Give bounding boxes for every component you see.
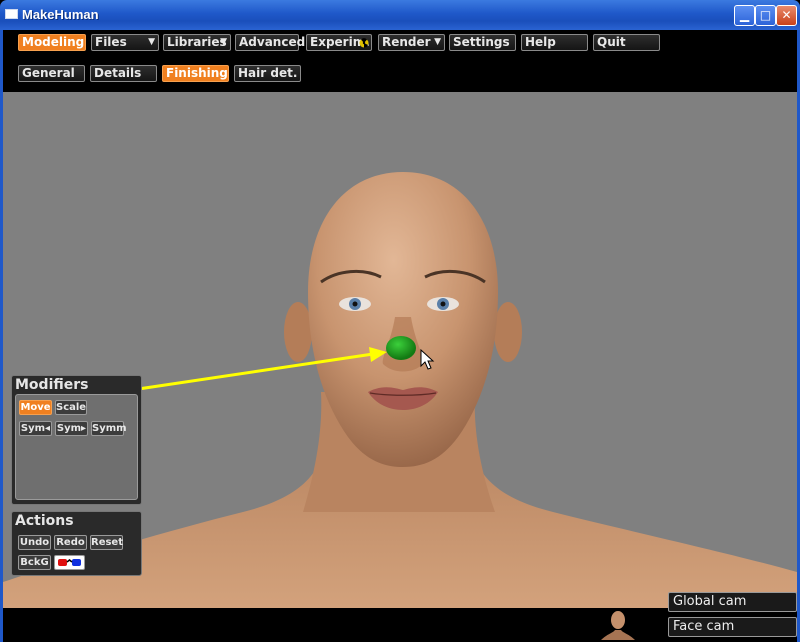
- actions-title: Actions: [15, 513, 74, 529]
- tab-label: Quit: [597, 35, 626, 49]
- subtab-label: Hair det.: [238, 66, 298, 80]
- menu-bar: Modeling Files ▼ Libraries ▼ Advanced Expe…: [3, 30, 797, 92]
- subtab-details[interactable]: Details: [90, 65, 157, 82]
- tab-experimental[interactable]: Experim.: [306, 34, 372, 51]
- redo-button[interactable]: Redo: [54, 535, 87, 550]
- chevron-down-icon: ▼: [434, 37, 441, 47]
- subtab-hair-details[interactable]: Hair det.: [234, 65, 301, 82]
- tab-modeling[interactable]: Modeling: [18, 34, 86, 51]
- sym-left-button[interactable]: Sym◂: [19, 421, 52, 436]
- tab-label: Advanced: [239, 35, 306, 49]
- maximize-button[interactable]: □: [755, 5, 776, 26]
- title-bar[interactable]: MakeHuman ▁ □ ✕: [0, 0, 800, 30]
- target-marker[interactable]: [386, 336, 416, 360]
- subtab-general[interactable]: General: [18, 65, 85, 82]
- tab-libraries[interactable]: Libraries ▼: [163, 34, 231, 51]
- tab-label: Libraries: [167, 35, 227, 49]
- 3d-viewport[interactable]: Modifiers Move Scale Sym◂ Sym▸ Symm Acti…: [3, 92, 797, 608]
- avatar-head: [611, 611, 625, 629]
- tab-help[interactable]: Help: [521, 34, 588, 51]
- modifiers-body: Move Scale Sym◂ Sym▸ Symm: [15, 394, 138, 500]
- global-cam-button[interactable]: Global cam: [668, 592, 797, 612]
- right-pupil: [440, 301, 446, 307]
- left-pupil: [352, 301, 358, 307]
- symm-button[interactable]: Symm: [91, 421, 127, 436]
- tab-label: Files: [95, 35, 127, 49]
- tab-quit[interactable]: Quit: [593, 34, 660, 51]
- stereo-button[interactable]: [54, 555, 85, 570]
- actions-panel: Actions Undo Redo Reset BckG: [11, 511, 142, 576]
- radioactive-icon: [359, 38, 369, 48]
- tab-files[interactable]: Files ▼: [91, 34, 159, 51]
- modifiers-panel: Modifiers Move Scale Sym◂ Sym▸ Symm: [11, 375, 142, 505]
- stereo-glasses-icon: [58, 559, 81, 566]
- modifiers-title: Modifiers: [15, 377, 89, 393]
- sym-right-button[interactable]: Sym▸: [55, 421, 88, 436]
- move-button[interactable]: Move: [19, 400, 52, 415]
- undo-button[interactable]: Undo: [18, 535, 51, 550]
- subtab-finishing[interactable]: Finishing: [162, 65, 229, 82]
- tab-label: Settings: [453, 35, 510, 49]
- tab-advanced[interactable]: Advanced: [235, 34, 305, 51]
- tab-label: Help: [525, 35, 556, 49]
- subtab-label: Finishing: [166, 66, 228, 80]
- tab-render[interactable]: Render ▼: [378, 34, 445, 51]
- tab-label: Modeling: [22, 35, 85, 49]
- scale-button[interactable]: Scale: [55, 400, 87, 415]
- background-button[interactable]: BckG: [18, 555, 51, 570]
- chevron-down-icon: ▼: [220, 37, 227, 47]
- tab-settings[interactable]: Settings: [449, 34, 516, 51]
- subtab-label: Details: [94, 66, 142, 80]
- bottom-bar: Global cam Face cam: [3, 592, 797, 642]
- minimize-button[interactable]: ▁: [734, 5, 755, 26]
- chevron-down-icon: ▼: [148, 37, 155, 47]
- app-icon: [5, 9, 18, 19]
- reset-button[interactable]: Reset: [90, 535, 123, 550]
- close-button[interactable]: ✕: [776, 5, 797, 26]
- avatar[interactable]: [601, 608, 635, 640]
- left-ear: [284, 302, 312, 362]
- subtab-label: General: [22, 66, 75, 80]
- right-ear: [494, 302, 522, 362]
- window-title: MakeHuman: [22, 7, 99, 22]
- face-cam-button[interactable]: Face cam: [668, 617, 797, 637]
- tab-label: Render: [382, 35, 431, 49]
